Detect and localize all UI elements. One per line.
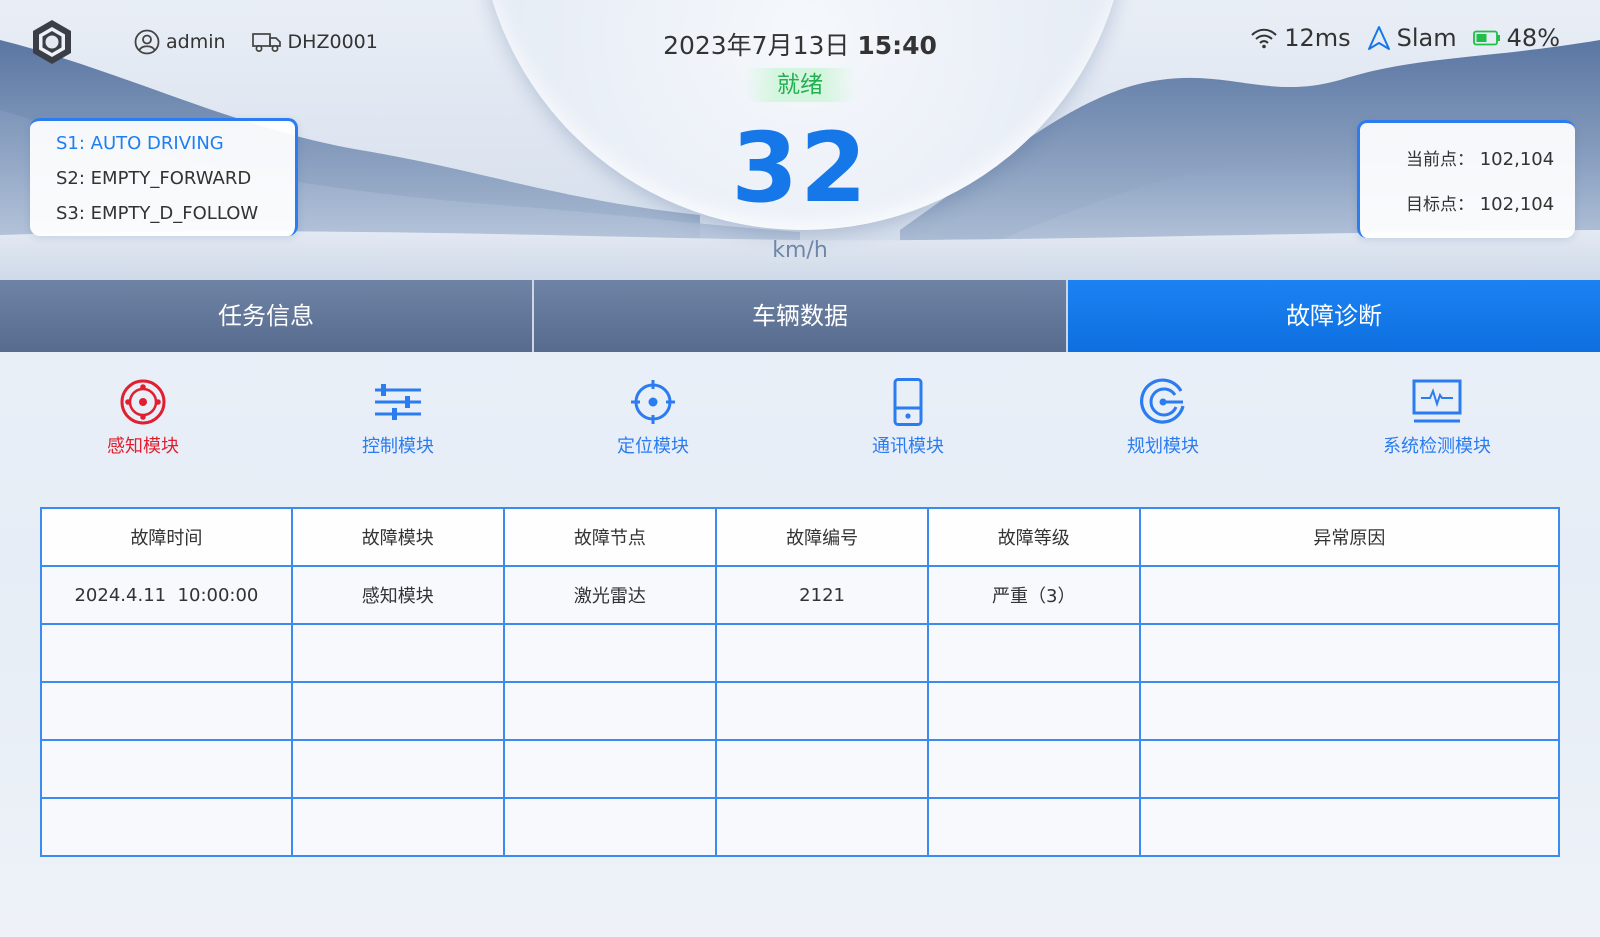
- target-point-label: 目标点：: [1406, 195, 1474, 215]
- fault-module-cell: [290, 739, 505, 799]
- wifi-icon: [1251, 28, 1277, 49]
- monitor-pulse-icon: [1412, 379, 1462, 423]
- time-text: 15:40: [857, 31, 937, 60]
- battery-text: 48%: [1506, 24, 1560, 52]
- fault-time-cell: [40, 797, 293, 857]
- points-panel: 当前点： 102,104 目标点： 102,104: [1357, 120, 1575, 238]
- column-header: 故障等级: [926, 507, 1141, 567]
- sliders-icon: [375, 384, 421, 420]
- table-row: [40, 623, 1561, 683]
- date-text: 2023年7月13日: [663, 31, 850, 60]
- battery: 48%: [1472, 24, 1560, 52]
- fault-table: 故障时间 故障模块 故障节点 故障编号 故障等级 异常原因 2024.4.11 …: [40, 507, 1561, 857]
- module-localization[interactable]: 定位模块: [583, 378, 723, 458]
- fault-time-cell: [40, 739, 293, 799]
- module-system-check[interactable]: 系统检测模块: [1367, 378, 1507, 458]
- step-item: S1: AUTO DRIVING: [56, 133, 224, 154]
- module-label: 规划模块: [1127, 436, 1199, 457]
- latency-text: 12ms: [1284, 24, 1351, 52]
- battery-icon: [1472, 30, 1500, 46]
- table-row: [40, 739, 1561, 799]
- fault-code-cell: [715, 681, 929, 741]
- fault-time-cell: [40, 681, 293, 741]
- column-header: 故障编号: [715, 507, 929, 567]
- nav-mode-text: Slam: [1396, 24, 1457, 52]
- fault-time-cell: 2024.4.11 10:00:00: [40, 565, 293, 625]
- module-label: 通讯模块: [872, 436, 944, 457]
- status-badge: 就绪: [744, 68, 856, 102]
- current-point: 当前点： 102,104: [1406, 145, 1575, 190]
- module-control[interactable]: 控制模块: [328, 378, 468, 458]
- column-header: 故障节点: [502, 507, 718, 567]
- fault-node-cell: [502, 739, 718, 799]
- step-item: S2: EMPTY_FORWARD: [56, 168, 252, 189]
- tab-task-info[interactable]: 任务信息: [0, 280, 534, 352]
- column-header: 故障模块: [290, 507, 505, 567]
- speed-unit: km/h: [772, 238, 828, 263]
- module-label: 系统检测模块: [1383, 436, 1491, 457]
- fault-reason-cell: [1138, 681, 1561, 741]
- fault-level-cell: [926, 739, 1141, 799]
- fault-reason-cell: [1138, 739, 1561, 799]
- current-point-value: 102,104: [1479, 149, 1555, 170]
- navigation-arrow-icon: [1367, 26, 1390, 50]
- target-point-value: 102,104: [1479, 194, 1555, 215]
- perception-icon: [120, 379, 166, 425]
- column-header: 故障时间: [40, 507, 293, 567]
- module-label: 定位模块: [617, 436, 689, 457]
- nav-mode: Slam: [1367, 24, 1457, 52]
- crosshair-icon: [631, 380, 675, 424]
- fault-reason-cell: [1138, 565, 1561, 625]
- topbar-right: 12ms Slam 48%: [1234, 24, 1560, 52]
- current-point-label: 当前点：: [1406, 150, 1474, 170]
- fault-code-cell: [715, 623, 929, 683]
- module-planning[interactable]: 规划模块: [1093, 378, 1233, 458]
- fault-module-cell: [290, 797, 505, 857]
- fault-reason-cell: [1138, 797, 1561, 857]
- fault-node-cell: [502, 797, 718, 857]
- column-header: 异常原因: [1138, 507, 1561, 567]
- fault-time-cell: [40, 623, 293, 683]
- tab-vehicle-data[interactable]: 车辆数据: [534, 280, 1068, 352]
- fault-level-cell: 严重（3）: [926, 565, 1141, 625]
- main-tabs: 任务信息 车辆数据 故障诊断: [0, 280, 1600, 352]
- fault-code-cell: [715, 797, 929, 857]
- module-selector: 感知模块 控制模块 定位模块 通讯模块 规划模块 系统检测模块: [0, 378, 1600, 468]
- module-label: 感知模块: [107, 436, 179, 457]
- network-latency: 12ms: [1250, 24, 1351, 52]
- fault-code-cell: 2121: [715, 565, 929, 625]
- table-row[interactable]: 2024.4.11 10:00:00 感知模块 激光雷达 2121 严重（3）: [40, 565, 1561, 625]
- tab-fault-diagnosis[interactable]: 故障诊断: [1068, 280, 1600, 352]
- step-item: S3: EMPTY_D_FOLLOW: [56, 203, 259, 224]
- module-label: 控制模块: [362, 436, 434, 457]
- module-perception[interactable]: 感知模块: [73, 378, 213, 458]
- fault-node-cell: [502, 681, 718, 741]
- phone-icon: [893, 378, 923, 426]
- fault-level-cell: [926, 681, 1141, 741]
- fault-code-cell: [715, 739, 929, 799]
- fault-level-cell: [926, 797, 1141, 857]
- planning-icon: [1140, 378, 1185, 424]
- fault-module-cell: 感知模块: [290, 565, 505, 625]
- task-steps-panel: S1: AUTO DRIVING S2: EMPTY_FORWARD S3: E…: [30, 118, 298, 236]
- table-row: [40, 797, 1561, 857]
- table-row: [40, 681, 1561, 741]
- module-communication[interactable]: 通讯模块: [838, 378, 978, 458]
- fault-level-cell: [926, 623, 1141, 683]
- fault-reason-cell: [1138, 623, 1561, 683]
- fault-module-cell: [290, 681, 505, 741]
- fault-node-cell: 激光雷达: [502, 565, 718, 625]
- target-point: 目标点： 102,104: [1406, 190, 1575, 235]
- table-header-row: 故障时间 故障模块 故障节点 故障编号 故障等级 异常原因: [40, 507, 1561, 567]
- fault-module-cell: [290, 623, 505, 683]
- fault-node-cell: [502, 623, 718, 683]
